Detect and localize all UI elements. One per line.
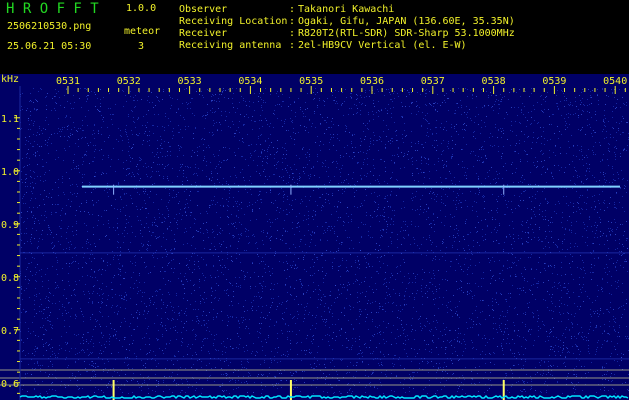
x-tick-label-5: 0536	[360, 76, 384, 87]
app-version: 1.0.0	[126, 3, 157, 14]
observation-datetime: 25.06.21 05:30	[7, 41, 92, 52]
receiver-value: R820T2(RTL-SDR) SDR-Sharp 53.1000MHz	[298, 28, 515, 39]
location-label: Receiving Location	[179, 16, 288, 27]
observer-value: Takanori Kawachi	[298, 4, 395, 15]
x-tick-label-3: 0534	[238, 76, 262, 87]
x-tick-label-1: 0532	[117, 76, 141, 87]
observer-label: Observer	[179, 4, 228, 15]
app-logo: H R O F F T	[6, 1, 99, 17]
antenna-value: 2el-HB9CV Vertical (el. E-W)	[298, 40, 467, 51]
location-value: Ogaki, Gifu, JAPAN (136.60E, 35.35N)	[298, 16, 515, 27]
antenna-separator: :	[289, 40, 296, 51]
receiver-separator: :	[289, 28, 296, 39]
y-tick-label-5: 0.6	[1, 379, 19, 390]
y-tick-label-2: 0.9	[1, 220, 19, 231]
x-tick-label-4: 0535	[299, 76, 323, 87]
x-tick-label-6: 0537	[421, 76, 445, 87]
x-tick-label-8: 0539	[542, 76, 566, 87]
meteor-count-value: 3	[138, 41, 145, 52]
image-filename: 2506210530.png	[7, 21, 92, 32]
x-tick-label-9: 0540	[603, 76, 627, 87]
y-tick-label-3: 0.8	[1, 273, 19, 284]
observer-separator: :	[289, 4, 296, 15]
y-tick-label-1: 1.0	[1, 167, 19, 178]
spectrogram: kHz 1.1 1.0 0.9 0.8 0.7 0.6 0531 0532 0533 0534 0…	[0, 74, 629, 400]
location-separator: :	[289, 16, 296, 27]
receiver-label: Receiver	[179, 28, 228, 39]
y-tick-label-0: 1.1	[1, 114, 19, 125]
y-tick-label-4: 0.7	[1, 326, 19, 337]
header-panel: H R O F F T 1.0.0 2506210530.png 25.06.2…	[0, 0, 629, 74]
x-tick-label-0: 0531	[56, 76, 80, 87]
y-axis-unit-label: kHz	[1, 74, 19, 85]
x-tick-label-7: 0538	[482, 76, 506, 87]
antenna-label: Receiving antenna	[179, 40, 282, 51]
x-tick-label-2: 0533	[178, 76, 202, 87]
meteor-count-label: meteor	[124, 26, 161, 37]
